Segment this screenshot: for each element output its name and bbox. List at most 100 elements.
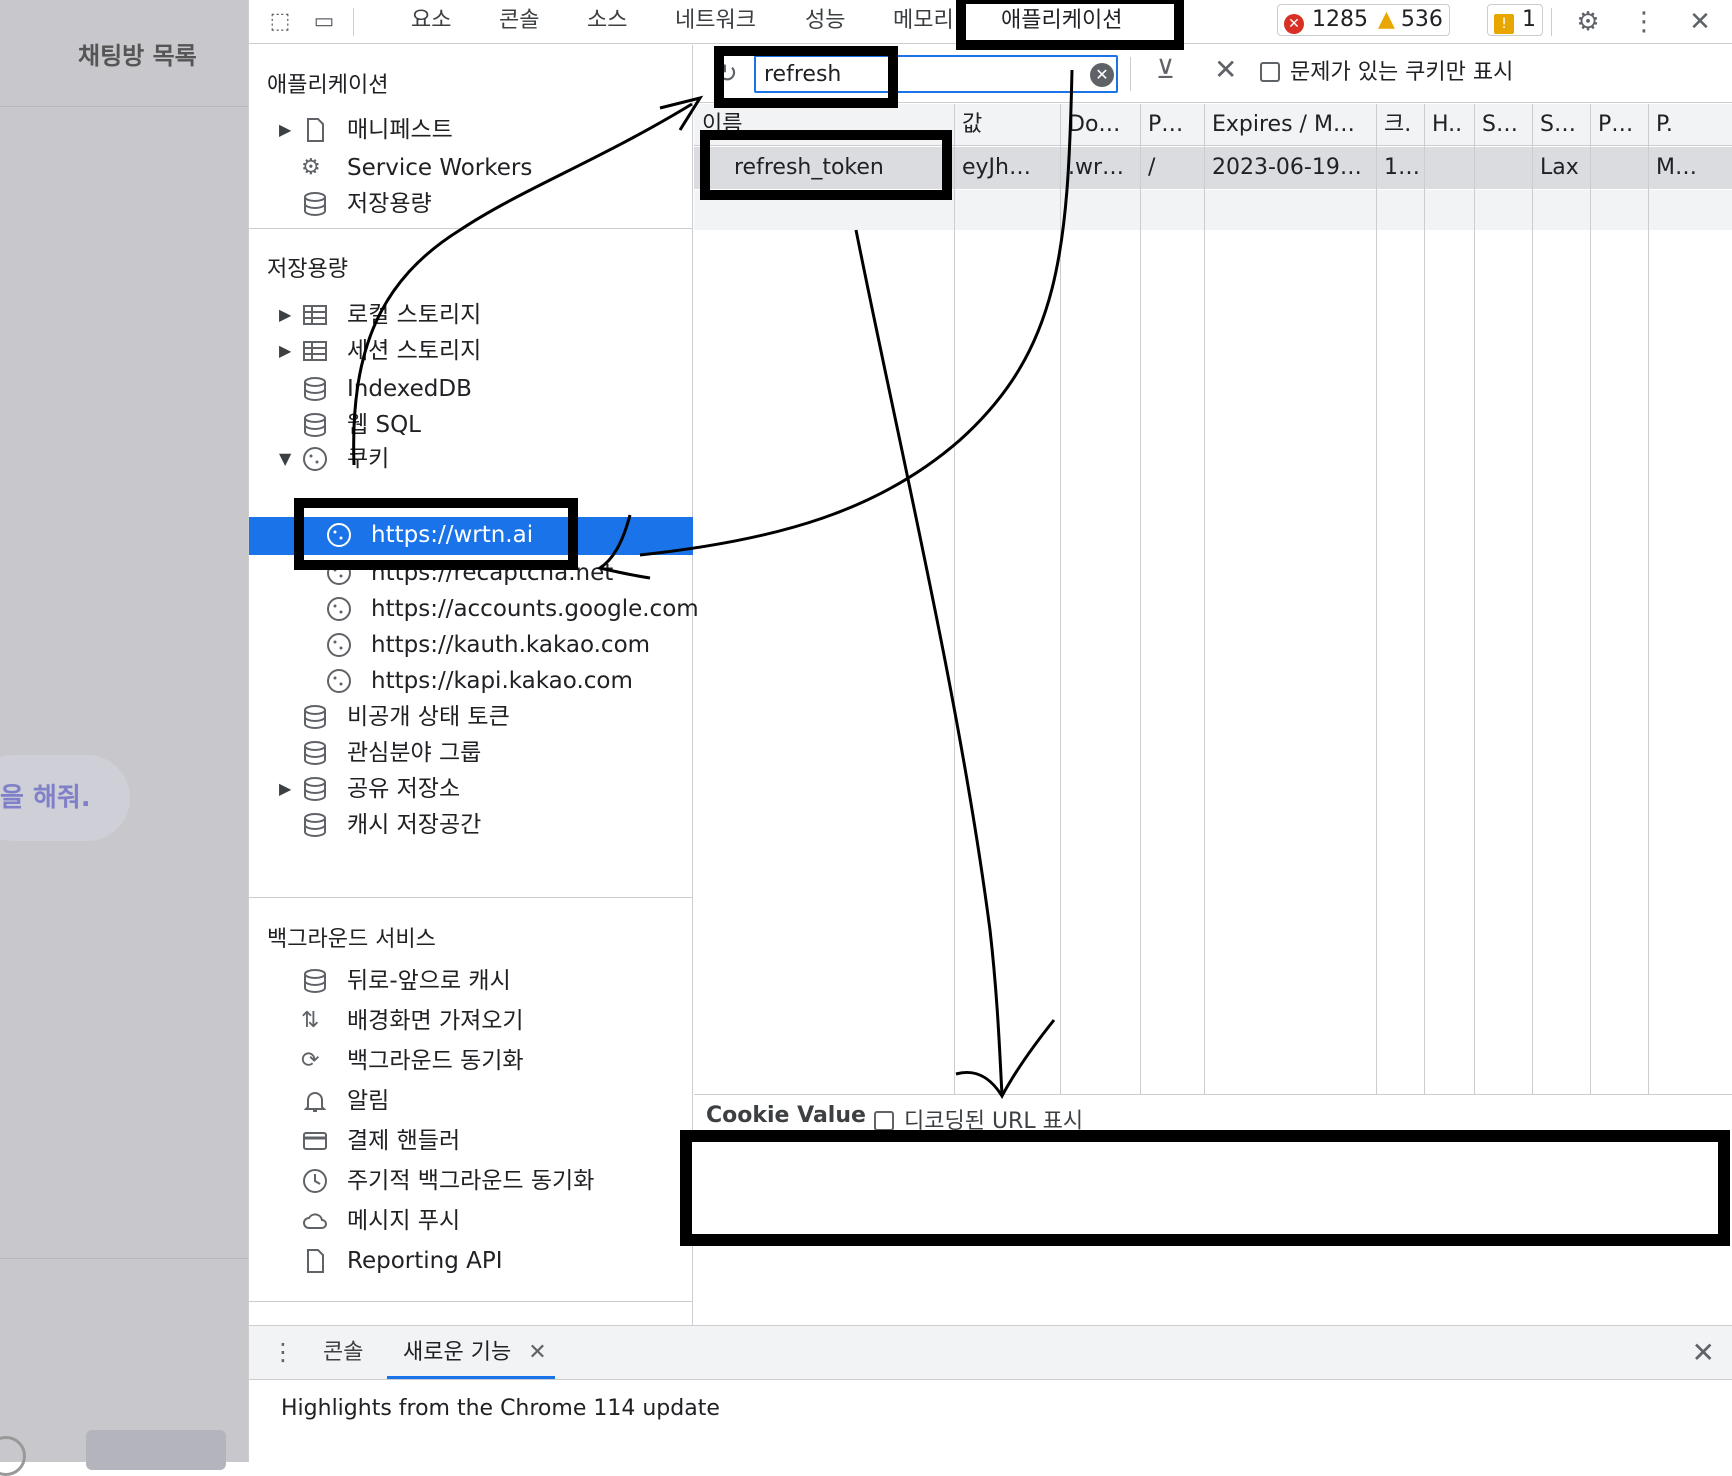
close-drawer-icon[interactable]: ✕: [1692, 1336, 1715, 1369]
table-icon: [301, 337, 329, 365]
annotation-box-cookie-name: [700, 130, 952, 200]
column-header-size[interactable]: 크.: [1376, 104, 1424, 146]
database-icon: [301, 411, 329, 439]
cookie-value-title: Cookie Value: [706, 1103, 866, 1128]
sidebar-item-cookie-kapi[interactable]: https://kapi.kakao.com: [249, 663, 693, 699]
more-options-icon[interactable]: ⋮: [1629, 8, 1659, 36]
column-header-path[interactable]: P…: [1140, 104, 1204, 146]
section-title-background-services: 백그라운드 서비스: [267, 927, 436, 952]
sidebar-item-cookies[interactable]: ▼ 쿠키: [249, 441, 693, 477]
document-icon: [301, 1247, 329, 1275]
sidebar-item-payment-handler[interactable]: 결제 핸들러: [249, 1123, 693, 1159]
divider: [249, 897, 693, 898]
sidebar-item-bfcache[interactable]: 뒤로-앞으로 캐시: [249, 963, 693, 999]
drawer-menu-icon[interactable]: ⋮: [271, 1338, 295, 1366]
sidebar-item-local-storage[interactable]: ▶ 로컬 스토리지: [249, 297, 693, 333]
attach-icon[interactable]: [0, 1436, 26, 1476]
column-divider[interactable]: [1474, 104, 1475, 1094]
suggestion-chip[interactable]: 을 해줘.: [0, 755, 130, 841]
database-icon: [301, 739, 329, 767]
column-header-value[interactable]: 값: [954, 104, 1060, 146]
only-issues-checkbox[interactable]: 문제가 있는 쿠키만 표시: [1260, 55, 1513, 91]
gear-icon[interactable]: ⚙: [1573, 8, 1603, 36]
column-header-expires[interactable]: Expires / M…: [1204, 104, 1376, 146]
database-icon: [301, 190, 329, 218]
drawer-tab-whats-new[interactable]: 새로운 기능 ✕: [387, 1338, 555, 1379]
column-header-partition[interactable]: P…: [1590, 104, 1648, 146]
table-icon: [301, 301, 329, 329]
clear-filter-icon[interactable]: ⊻: [1156, 55, 1175, 85]
close-icon[interactable]: ✕: [1685, 8, 1715, 36]
inspect-element-icon[interactable]: ⬚: [265, 8, 295, 36]
divider: [1130, 57, 1131, 91]
drawer-tab-console[interactable]: 콘솔: [323, 1338, 363, 1368]
sidebar-item-service-workers[interactable]: ⚙ Service Workers: [249, 150, 693, 186]
expand-arrow-icon[interactable]: ▶: [279, 297, 291, 333]
expand-arrow-icon[interactable]: ▶: [279, 112, 291, 148]
sidebar-item-cookie-google[interactable]: https://accounts.google.com: [249, 591, 699, 627]
sidebar-item-notifications[interactable]: 알림: [249, 1083, 693, 1119]
sidebar-item-push-messaging[interactable]: 메시지 푸시: [249, 1203, 693, 1239]
sidebar-item-background-sync[interactable]: ⟳ 백그라운드 동기화: [249, 1043, 693, 1079]
credit-card-icon: [301, 1127, 329, 1155]
sidebar-item-background-fetch[interactable]: ⇅ 배경화면 가져오기: [249, 1003, 693, 1039]
divider: [1551, 8, 1552, 36]
sidebar-item-shared-storage[interactable]: ▶ 공유 저장소: [249, 771, 693, 807]
cell-path: /: [1148, 155, 1156, 180]
error-count-badge[interactable]: ✕ 1285 ▲ 536: [1277, 4, 1450, 36]
tab-sources[interactable]: 소스: [587, 6, 627, 36]
cookie-icon: [325, 631, 353, 659]
clear-input-icon[interactable]: ✕: [1090, 63, 1114, 87]
cell-partition: [1590, 147, 1648, 189]
sidebar-item-periodic-sync[interactable]: 주기적 백그라운드 동기화: [249, 1163, 693, 1199]
sidebar-item-storage[interactable]: 저장용량: [249, 186, 693, 222]
expand-arrow-icon[interactable]: ▶: [279, 771, 291, 807]
column-divider[interactable]: [1532, 104, 1533, 1094]
column-divider[interactable]: [1424, 104, 1425, 1094]
sidebar-item-private-state-tokens[interactable]: 비공개 상태 토큰: [249, 699, 693, 735]
tab-network[interactable]: 네트워크: [675, 6, 756, 36]
column-header-httponly[interactable]: H..: [1424, 104, 1474, 146]
column-divider[interactable]: [1590, 104, 1591, 1094]
send-button[interactable]: [86, 1430, 226, 1470]
tab-memory[interactable]: 메모리: [893, 6, 954, 36]
sidebar-item-cache-storage[interactable]: 캐시 저장공간: [249, 807, 693, 843]
column-divider[interactable]: [1204, 104, 1205, 1094]
column-divider[interactable]: [954, 104, 955, 1094]
column-header-secure[interactable]: S…: [1474, 104, 1532, 146]
expand-arrow-icon[interactable]: ▶: [279, 333, 291, 369]
sidebar-item-web-sql[interactable]: 웹 SQL: [249, 407, 693, 443]
issues-badge[interactable]: ! 1: [1487, 4, 1543, 36]
column-divider[interactable]: [1648, 104, 1649, 1094]
checkbox-icon[interactable]: [1260, 62, 1280, 82]
sync-icon: ⟳: [301, 1048, 320, 1073]
cell-expires: 2023-06-19…: [1212, 155, 1362, 180]
collapse-arrow-icon[interactable]: ▼: [279, 441, 291, 477]
sidebar-item-reporting-api[interactable]: Reporting API: [249, 1243, 693, 1279]
tab-performance[interactable]: 성능: [805, 6, 845, 36]
sidebar-item-session-storage[interactable]: ▶ 세션 스토리지: [249, 333, 693, 369]
column-header-domain[interactable]: Do…: [1060, 104, 1140, 146]
delete-icon[interactable]: ✕: [1214, 53, 1237, 86]
tab-elements[interactable]: 요소: [411, 6, 451, 36]
column-divider[interactable]: [1140, 104, 1141, 1094]
column-header-samesite[interactable]: S…: [1532, 104, 1590, 146]
database-icon: [301, 775, 329, 803]
application-sidebar: 애플리케이션 ▶ 매니페스트 ⚙ Service Workers 저장용량 저장…: [249, 45, 699, 1325]
database-icon: [301, 703, 329, 731]
tab-console[interactable]: 콘솔: [499, 6, 539, 36]
sidebar-item-interest-groups[interactable]: 관심분야 그룹: [249, 735, 693, 771]
sidebar-item-manifest[interactable]: ▶ 매니페스트: [249, 112, 693, 148]
database-icon: [301, 967, 329, 995]
sidebar-item-indexeddb[interactable]: IndexedDB: [249, 371, 693, 407]
warning-icon: ▲: [1378, 7, 1395, 32]
cookie-icon: [325, 667, 353, 695]
device-toolbar-icon[interactable]: ▭: [309, 8, 339, 36]
close-tab-icon[interactable]: ✕: [528, 1340, 546, 1365]
column-divider[interactable]: [1376, 104, 1377, 1094]
cloud-icon: [301, 1207, 329, 1235]
column-header-priority[interactable]: P.: [1648, 104, 1732, 146]
column-divider[interactable]: [1060, 104, 1061, 1094]
checkbox-icon[interactable]: [874, 1111, 894, 1131]
sidebar-item-cookie-kauth[interactable]: https://kauth.kakao.com: [249, 627, 693, 663]
